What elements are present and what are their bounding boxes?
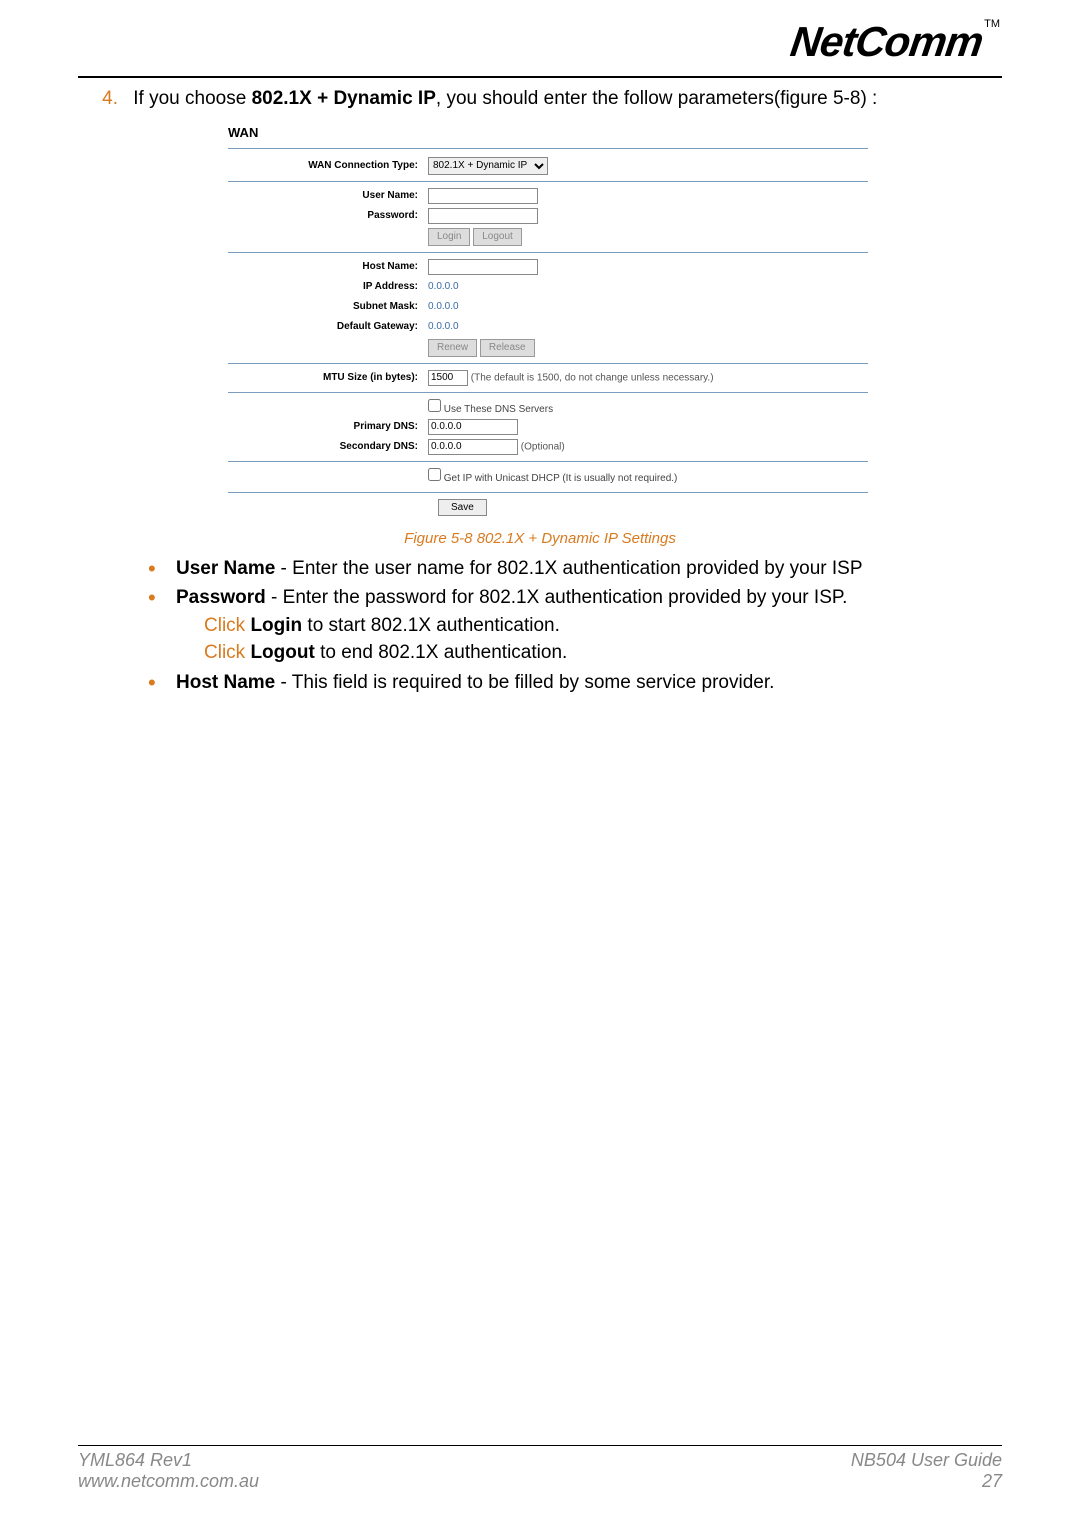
- secondary-dns-optional: (Optional): [521, 441, 565, 452]
- secondary-dns-label: Secondary DNS:: [228, 441, 428, 452]
- footer-pagenum: 27: [851, 1471, 1002, 1492]
- bullet-username: User Name - Enter the user name for 802.…: [148, 555, 1002, 583]
- conn-type-select[interactable]: 802.1X + Dynamic IP: [428, 157, 548, 175]
- bullet-term: Password: [176, 587, 266, 608]
- unicast-label: Get IP with Unicast DHCP (It is usually …: [444, 473, 678, 484]
- step-number: 4.: [78, 86, 118, 113]
- footer-left: YML864 Rev1 www.netcomm.com.au: [78, 1450, 259, 1492]
- gateway-value: 0.0.0.0: [428, 321, 868, 332]
- brand-logo: NetCommTM: [791, 18, 1000, 66]
- page-footer: YML864 Rev1 www.netcomm.com.au NB504 Use…: [78, 1445, 1002, 1492]
- footer-url: www.netcomm.com.au: [78, 1471, 259, 1492]
- password-label: Password:: [228, 210, 428, 221]
- ip-label: IP Address:: [228, 281, 428, 292]
- primary-dns-label: Primary DNS:: [228, 421, 428, 432]
- username-label: User Name:: [228, 190, 428, 201]
- release-button[interactable]: Release: [480, 339, 535, 357]
- logout-button[interactable]: Logout: [473, 228, 522, 246]
- secondary-dns-input[interactable]: [428, 439, 518, 455]
- step-suffix: , you should enter the follow parameters…: [436, 88, 877, 109]
- primary-dns-input[interactable]: [428, 419, 518, 435]
- bullet-text: - Enter the password for 802.1X authenti…: [266, 587, 848, 608]
- bullet-list: User Name - Enter the user name for 802.…: [148, 555, 1002, 697]
- bullet-hostname: Host Name - This field is required to be…: [148, 669, 1002, 697]
- footer-rev: YML864 Rev1: [78, 1450, 259, 1471]
- logo-text: NetComm: [787, 18, 985, 66]
- step-bold: 802.1X + Dynamic IP: [252, 88, 436, 109]
- hostname-input[interactable]: [428, 259, 538, 275]
- password-input[interactable]: [428, 208, 538, 224]
- bullet-term: Host Name: [176, 672, 275, 693]
- wan-title: WAN: [228, 121, 868, 148]
- use-dns-label: Use These DNS Servers: [444, 404, 553, 415]
- bullet-text: - This field is required to be filled by…: [275, 672, 774, 693]
- login-button[interactable]: Login: [428, 228, 470, 246]
- ip-value: 0.0.0.0: [428, 281, 868, 292]
- footer-guide: NB504 User Guide: [851, 1450, 1002, 1471]
- bullet-text: - Enter the user name for 802.1X authent…: [275, 558, 862, 579]
- use-dns-checkbox[interactable]: [428, 399, 441, 412]
- save-button[interactable]: Save: [438, 499, 487, 516]
- wan-panel: WAN WAN Connection Type: 802.1X + Dynami…: [228, 121, 868, 516]
- step-prefix: If you choose: [133, 88, 251, 109]
- subnet-value: 0.0.0.0: [428, 301, 868, 312]
- username-input[interactable]: [428, 188, 538, 204]
- gateway-label: Default Gateway:: [228, 321, 428, 332]
- conn-type-label: WAN Connection Type:: [228, 160, 428, 171]
- mtu-label: MTU Size (in bytes):: [228, 372, 428, 383]
- header-rule: [78, 76, 1002, 78]
- unicast-checkbox[interactable]: [428, 468, 441, 481]
- bullet-sub-logout: Click Logout to end 802.1X authenticatio…: [204, 639, 1002, 667]
- footer-right: NB504 User Guide 27: [851, 1450, 1002, 1492]
- bullet-term: User Name: [176, 558, 275, 579]
- subnet-label: Subnet Mask:: [228, 301, 428, 312]
- mtu-hint: (The default is 1500, do not change unle…: [471, 372, 714, 383]
- renew-button[interactable]: Renew: [428, 339, 477, 357]
- figure-caption: Figure 5-8 802.1X + Dynamic IP Settings: [78, 530, 1002, 547]
- mtu-input[interactable]: [428, 370, 468, 386]
- bullet-sub-login: Click Login to start 802.1X authenticati…: [204, 612, 1002, 640]
- bullet-password: Password - Enter the password for 802.1X…: [148, 584, 1002, 667]
- logo-tm: TM: [984, 18, 1000, 30]
- hostname-label: Host Name:: [228, 261, 428, 272]
- step-line: 4. If you choose 802.1X + Dynamic IP, yo…: [78, 86, 1002, 113]
